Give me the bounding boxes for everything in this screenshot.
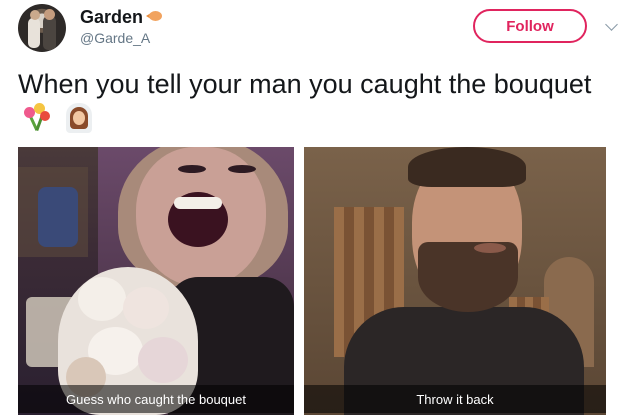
bouquet-emoji-icon xyxy=(22,103,52,133)
fish-emoji-icon xyxy=(146,9,164,23)
follow-button[interactable]: Follow xyxy=(473,9,587,43)
media-caption-left: Guess who caught the bouquet xyxy=(18,385,294,413)
tweet-text: When you tell your man you caught the bo… xyxy=(18,66,608,138)
tweet-header: Garden @Garde_A Follow xyxy=(0,0,625,60)
name-row: Garden xyxy=(80,5,164,29)
media-caption-right: Throw it back xyxy=(304,385,606,413)
avatar[interactable] xyxy=(18,4,66,52)
tweet-body: When you tell your man you caught the bo… xyxy=(18,69,592,99)
bride-emoji-icon xyxy=(64,103,94,133)
chevron-down-icon[interactable] xyxy=(605,18,618,31)
display-name[interactable]: Garden xyxy=(80,7,143,28)
media-photo-right[interactable]: Throw it back xyxy=(304,147,606,415)
user-handle[interactable]: @Garde_A xyxy=(80,30,150,46)
media-photo-left[interactable]: Guess who caught the bouquet xyxy=(18,147,294,415)
